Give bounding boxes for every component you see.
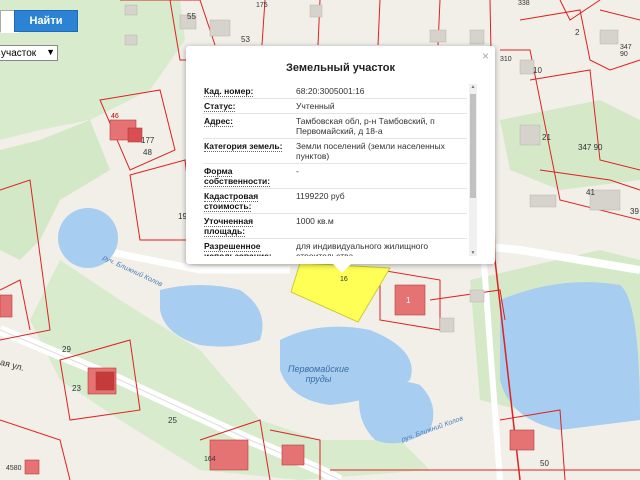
map-label-177: 177 (141, 136, 155, 145)
parcel-info-popup: × Земельный участок Кад. номер: 68:20:30… (186, 46, 495, 264)
popup-scrollbar[interactable]: ▲ ▼ (469, 84, 477, 256)
row-label: Адрес: (204, 116, 233, 127)
row-value: - (296, 166, 299, 176)
row-value: 1199220 руб (296, 191, 345, 201)
row-label: Категория земель: (204, 141, 283, 152)
map-label-48: 48 (143, 148, 152, 157)
row-value: Земли поселений (земли населенных пункто… (296, 141, 445, 161)
layer-select-value: участок (1, 47, 37, 59)
popup-table: Кад. номер: 68:20:3005001:16 Статус: Учт… (203, 84, 467, 256)
map-label-338: 338 (518, 0, 530, 7)
scroll-up-icon[interactable]: ▲ (469, 84, 477, 90)
map-label-175: 175 (256, 2, 268, 9)
find-button[interactable]: Найти (14, 10, 78, 32)
row-area: Уточненная площадь: 1000 кв.м (203, 214, 467, 239)
map-label-41: 41 (586, 188, 595, 197)
map-label-50: 50 (540, 459, 549, 468)
map-label-25: 25 (168, 416, 177, 425)
map-label-4580: 4580 (6, 465, 22, 472)
row-label: Статус: (204, 101, 236, 112)
map-label-2: 2 (575, 28, 580, 37)
row-label: Кадастровая стоимость: (204, 191, 259, 212)
close-icon[interactable]: × (482, 49, 489, 63)
row-value: 68:20:3005001:16 (296, 86, 365, 96)
ponds-label: Первомайские пруды (288, 364, 349, 384)
row-cadastral-number: Кад. номер: 68:20:3005001:16 (203, 84, 467, 99)
map-label-1: 1 (406, 296, 411, 305)
row-land-category: Категория земель: Земли поселений (земли… (203, 139, 467, 164)
layer-select[interactable]: участок ▼ (0, 45, 58, 61)
map-label-21: 21 (542, 133, 551, 142)
map-label-347-90: 347 90 (578, 143, 603, 152)
row-ownership-form: Форма собственности: - (203, 164, 467, 189)
popup-title: Земельный участок (286, 62, 395, 74)
map-label-347-90-top: 347 90 (620, 44, 632, 58)
map-label-39: 39 (630, 207, 639, 216)
chevron-down-icon: ▼ (46, 47, 55, 57)
row-address: Адрес: Тамбовская обл, р-н Тамбовский, п… (203, 114, 467, 139)
row-cadastral-value: Кадастровая стоимость: 1199220 руб (203, 189, 467, 214)
row-label: Форма собственности: (204, 166, 271, 187)
row-value: Учтенный (296, 101, 335, 111)
map-label-16: 16 (340, 276, 348, 283)
scrollbar-thumb[interactable] (470, 94, 476, 198)
row-value: Тамбовская обл, р-н Тамбовский, п Первом… (296, 116, 435, 136)
row-value: для индивидуального жилищного строительс… (296, 241, 429, 256)
row-label: Разрешенное использование: (204, 241, 272, 256)
row-label: Уточненная площадь: (204, 216, 254, 237)
map-label-46: 46 (111, 113, 119, 120)
map-label-23: 23 (72, 384, 81, 393)
row-permitted-use: Разрешенное использование: для индивидуа… (203, 239, 467, 256)
scroll-down-icon[interactable]: ▼ (469, 250, 477, 256)
map-label-310: 310 (500, 56, 512, 63)
map-label-164: 164 (204, 456, 216, 463)
map-label-10: 10 (533, 66, 542, 75)
map-label-29: 29 (62, 345, 71, 354)
map-label-55: 55 (187, 12, 196, 21)
row-value: 1000 кв.м (296, 216, 334, 226)
popup-pointer (332, 263, 352, 273)
map-label-53: 53 (241, 35, 250, 44)
row-status: Статус: Учтенный (203, 99, 467, 114)
row-label: Кад. номер: (204, 86, 254, 97)
